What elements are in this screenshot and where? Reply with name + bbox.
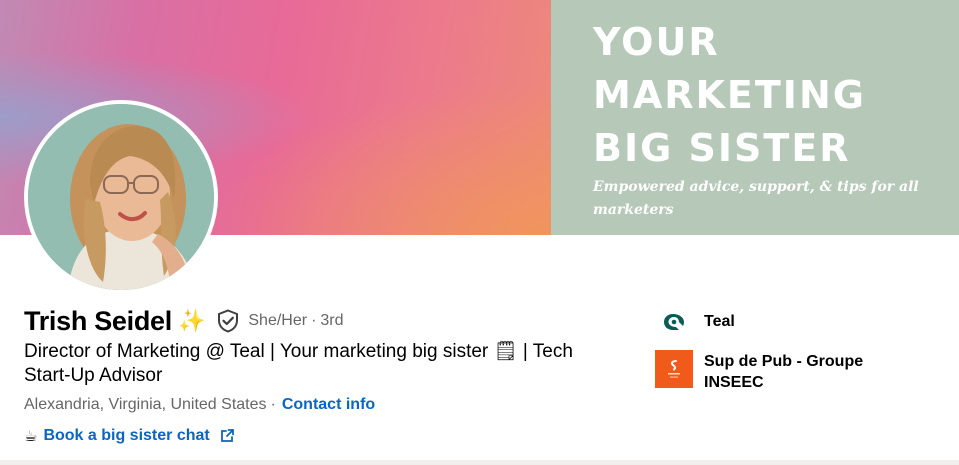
contact-info-link[interactable]: Contact info bbox=[282, 396, 375, 414]
location-row: Alexandria, Virginia, United States · Co… bbox=[24, 396, 375, 414]
company-name: Sup de Pub - Groupe INSEEC bbox=[704, 353, 864, 391]
pronouns: She/Her bbox=[248, 312, 308, 329]
profile-location: Alexandria, Virginia, United States bbox=[24, 396, 267, 413]
section-divider bbox=[0, 460, 959, 465]
sup-de-pub-logo-icon bbox=[655, 350, 693, 388]
profile-name-row: Trish Seidel ✨ She/Her · 3rd bbox=[24, 304, 344, 338]
teal-logo-icon bbox=[655, 310, 693, 334]
separator-dot: · bbox=[311, 312, 317, 329]
profile-photo[interactable] bbox=[24, 100, 218, 294]
profile-photo-illustration bbox=[28, 104, 214, 290]
book-chat-row[interactable]: ☕ Book a big sister chat bbox=[24, 427, 235, 445]
banner-headline-line: MARKETING bbox=[593, 73, 866, 117]
coffee-icon: ☕ bbox=[24, 428, 38, 445]
banner-headline-line: BIG SISTER bbox=[593, 126, 851, 170]
banner-text-panel: YOUR MARKETING BIG SISTER Empowered advi… bbox=[551, 0, 959, 235]
company-sup-de-pub[interactable]: Sup de Pub - Groupe INSEEC bbox=[655, 350, 894, 393]
profile-headline: Director of Marketing @ Teal | Your mark… bbox=[24, 341, 573, 386]
connection-degree: 3rd bbox=[320, 312, 344, 329]
banner-headline: YOUR MARKETING BIG SISTER bbox=[593, 16, 866, 175]
profile-name: Trish Seidel bbox=[24, 305, 172, 336]
company-teal[interactable]: Teal bbox=[655, 310, 735, 334]
banner-tagline: Empowered advice, support, & tips for al… bbox=[593, 179, 919, 218]
book-chat-link[interactable]: Book a big sister chat bbox=[43, 427, 209, 445]
separator-dot: · bbox=[270, 396, 276, 413]
banner-headline-line: YOUR bbox=[593, 20, 720, 64]
external-link-icon[interactable] bbox=[219, 428, 235, 444]
shield-check-icon[interactable] bbox=[217, 309, 239, 333]
sparkles-icon: ✨ bbox=[177, 308, 206, 333]
company-name: Teal bbox=[704, 313, 735, 330]
